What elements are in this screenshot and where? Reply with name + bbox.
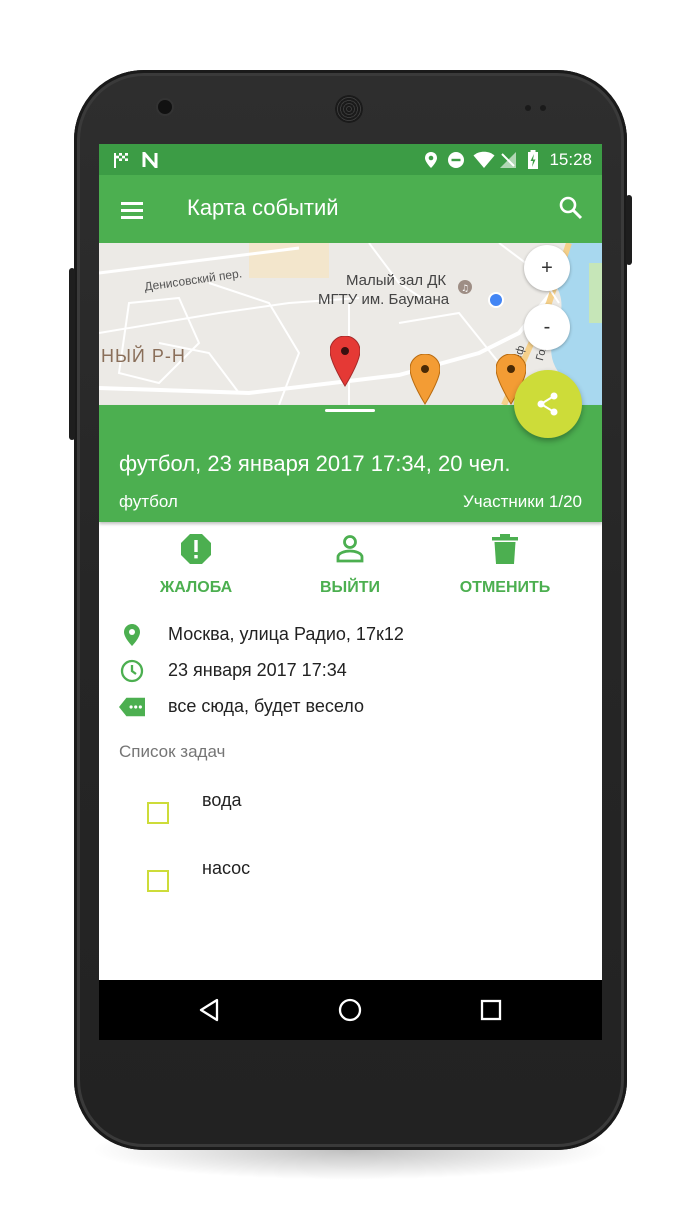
- task-label: вода: [202, 790, 242, 810]
- task-item: насос: [99, 852, 602, 912]
- datetime-text: 23 января 2017 17:34: [168, 660, 347, 680]
- action-bar: ЖАЛОБА ВЫЙТИ ОТМЕНИТЬ: [99, 522, 602, 602]
- do-not-disturb-icon: [446, 150, 466, 170]
- n-logo-icon: [141, 150, 161, 170]
- clock-icon: [119, 658, 145, 684]
- home-icon: [338, 998, 362, 1022]
- search-icon[interactable]: [558, 195, 584, 221]
- app-bar: Карта событий: [99, 175, 602, 243]
- status-time: 15:28: [549, 150, 592, 169]
- volume-button: [69, 268, 75, 440]
- map-marker-orange[interactable]: [410, 354, 440, 405]
- zoom-out-button[interactable]: -: [524, 304, 570, 350]
- event-category: футбол: [119, 492, 178, 511]
- app-title: Карта событий: [187, 195, 339, 220]
- map-marker-red[interactable]: [330, 336, 360, 388]
- status-bar: 15:28: [99, 144, 602, 175]
- proximity-sensor: [525, 105, 531, 111]
- task-checkbox[interactable]: [147, 802, 169, 824]
- power-button: [626, 195, 632, 265]
- map-poi-label: МГТУ им. Баумана: [318, 291, 450, 308]
- map-district-label: НЫЙ Р-Н: [101, 346, 186, 366]
- checkered-flag-icon: [111, 150, 131, 170]
- map-poi-label: Малый зал ДК: [346, 272, 447, 289]
- recents-button[interactable]: [476, 995, 506, 1025]
- task-item: вода: [99, 784, 602, 844]
- share-icon: [537, 392, 558, 416]
- report-label: ЖАЛОБА: [159, 579, 233, 596]
- cancel-label: ОТМЕНИТЬ: [459, 579, 551, 596]
- zoom-in-button[interactable]: +: [524, 245, 570, 291]
- comment-text: все сюда, будет весело: [168, 696, 364, 716]
- wifi-icon: [472, 150, 496, 170]
- task-checkbox[interactable]: [147, 870, 169, 892]
- tasks-header: Список задач: [119, 742, 226, 761]
- cancel-button[interactable]: ОТМЕНИТЬ: [430, 522, 580, 602]
- no-signal-icon: [498, 150, 518, 170]
- datetime-row: 23 января 2017 17:34: [99, 655, 602, 685]
- task-label: насос: [202, 858, 251, 878]
- light-sensor: [540, 105, 546, 111]
- trash-icon: [488, 532, 522, 566]
- report-button[interactable]: ЖАЛОБА: [121, 522, 271, 602]
- comment-row: все сюда, будет весело: [99, 691, 602, 721]
- svg-text:♫: ♫: [461, 284, 469, 294]
- report-icon: [179, 532, 213, 566]
- comment-tag-icon: [119, 694, 145, 720]
- front-camera: [158, 100, 172, 114]
- screen: 15:28 Карта событий ♫ Денисовский пер. М…: [99, 144, 602, 1040]
- home-button[interactable]: [335, 995, 365, 1025]
- address-row: Москва, улица Радио, 17к12: [99, 619, 602, 649]
- leave-label: ВЫЙТИ: [320, 579, 380, 596]
- share-button[interactable]: [514, 370, 582, 438]
- menu-icon[interactable]: [119, 199, 145, 219]
- location-icon: [421, 150, 441, 170]
- back-icon: [199, 998, 219, 1022]
- system-nav-bar: [99, 980, 602, 1040]
- event-title: футбол, 23 января 2017 17:34, 20 чел.: [119, 451, 511, 476]
- drag-handle[interactable]: [325, 409, 375, 412]
- earpiece-speaker: [335, 95, 363, 123]
- back-button[interactable]: [194, 995, 224, 1025]
- event-participants: Участники 1/20: [462, 492, 582, 511]
- battery-charging-icon: [523, 150, 543, 170]
- recents-icon: [480, 999, 502, 1021]
- leave-button[interactable]: ВЫЙТИ: [275, 522, 425, 602]
- address-text: Москва, улица Радио, 17к12: [168, 624, 404, 644]
- person-icon: [333, 532, 367, 566]
- location-pin-icon: [119, 622, 145, 648]
